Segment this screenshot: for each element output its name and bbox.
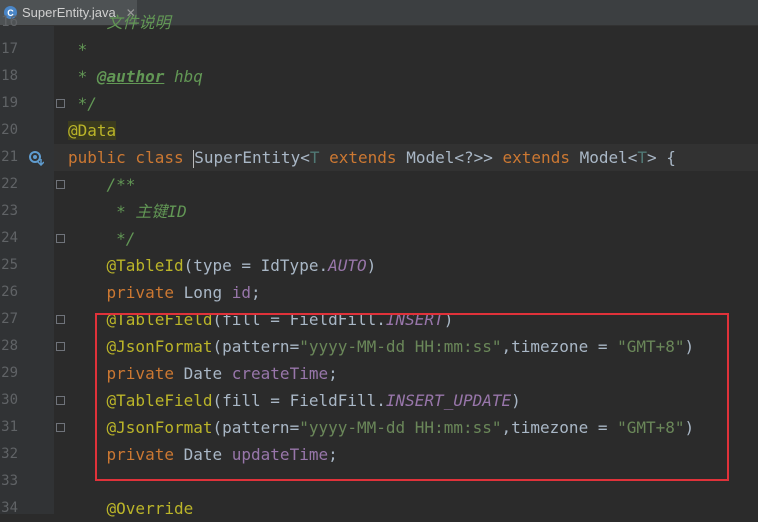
code-text: public class SuperEntity< T extends Model…	[68, 144, 676, 171]
fold-marker-icon[interactable]	[56, 342, 65, 351]
code-line[interactable]: 25 @TableId(type = IdType.AUTO)	[0, 252, 758, 279]
line-number: 21	[1, 149, 18, 165]
token-c4: > {	[647, 148, 676, 167]
code-line[interactable]: 34 @Override	[0, 495, 758, 522]
token-kw3: extends	[492, 148, 580, 167]
line-number: 31	[1, 419, 18, 435]
token-p1: <	[300, 148, 310, 167]
line-number: 32	[1, 446, 18, 462]
token-doc_a: *	[68, 67, 97, 86]
line-number: 19	[1, 95, 18, 111]
code-text: /**	[68, 171, 136, 198]
fold-marker-icon[interactable]	[56, 315, 65, 324]
line-number: 29	[1, 365, 18, 381]
code-line[interactable]: 16 文件说明	[0, 9, 758, 36]
fold-marker-icon[interactable]	[56, 99, 65, 108]
code-text: * @author hbq	[68, 63, 203, 90]
token-doc: *	[68, 40, 88, 59]
code-text: * 主键ID	[68, 198, 187, 225]
token-kw1: public class	[68, 148, 194, 167]
code-line[interactable]: 23 * 主键ID	[0, 198, 758, 225]
line-number: 26	[1, 284, 18, 300]
token-c2: Model<?>>	[406, 148, 493, 167]
code-text: @TableId(type = IdType.AUTO)	[68, 252, 377, 279]
code-text: @Data	[68, 117, 117, 144]
code-line[interactable]: 22 /**	[0, 171, 758, 198]
token-fld: id	[231, 283, 252, 302]
token-cls: SuperEntity	[194, 148, 301, 167]
token-ann: @TableId	[68, 256, 184, 275]
fold-marker-icon[interactable]	[56, 396, 65, 405]
code-line[interactable]: 24 */	[0, 225, 758, 252]
token-c2: )	[366, 256, 377, 275]
token-c3: Model<	[579, 148, 638, 167]
line-number: 24	[1, 230, 18, 246]
token-ann: @Data	[68, 121, 117, 140]
token-doc: */	[68, 94, 97, 113]
fold-marker-icon[interactable]	[56, 423, 65, 432]
line-number: 22	[1, 176, 18, 192]
line-number: 17	[1, 41, 18, 57]
code-text: */	[68, 225, 135, 252]
code-line[interactable]: 21 public class SuperEntity< T extends Mod…	[0, 144, 758, 171]
token-doc_tag: @author	[96, 67, 165, 86]
line-number: 18	[1, 68, 18, 84]
token-sf: AUTO	[328, 256, 367, 275]
code-text: 文件说明	[68, 9, 171, 36]
token-ann: @Override	[68, 499, 194, 518]
token-c2: ;	[251, 283, 261, 302]
code-text: *	[68, 36, 88, 63]
code-text: @Override	[68, 495, 194, 522]
code-line[interactable]: 18 * @author hbq	[0, 63, 758, 90]
line-number: 25	[1, 257, 18, 273]
code-line[interactable]: 19 */	[0, 90, 758, 117]
token-kw2: extends	[319, 148, 407, 167]
code-line[interactable]: 26 private Long id;	[0, 279, 758, 306]
fold-marker-icon[interactable]	[56, 180, 65, 189]
token-t2: T	[637, 148, 648, 167]
token-doc_b: hbq	[164, 67, 203, 86]
code-text: */	[68, 90, 97, 117]
token-doc: 文件说明	[68, 13, 171, 32]
line-number: 16	[1, 14, 18, 30]
line-number: 28	[1, 338, 18, 354]
line-number: 33	[1, 473, 18, 489]
token-doc: * 主键ID	[68, 202, 187, 221]
token-c1: (type = IdType.	[183, 256, 329, 275]
code-line[interactable]: 20 @Data	[0, 117, 758, 144]
line-number: 27	[1, 311, 18, 327]
fold-marker-icon[interactable]	[56, 234, 65, 243]
token-doc: /**	[68, 175, 136, 194]
token-kw: private	[68, 283, 184, 302]
line-number: 23	[1, 203, 18, 219]
line-number: 30	[1, 392, 18, 408]
line-number: 20	[1, 122, 18, 138]
token-doc: */	[68, 229, 136, 248]
highlight-box	[95, 313, 729, 481]
token-c1: Long	[183, 283, 232, 302]
code-text: private Long id;	[68, 279, 261, 306]
line-number: 34	[1, 500, 18, 516]
code-line[interactable]: 17 *	[0, 36, 758, 63]
